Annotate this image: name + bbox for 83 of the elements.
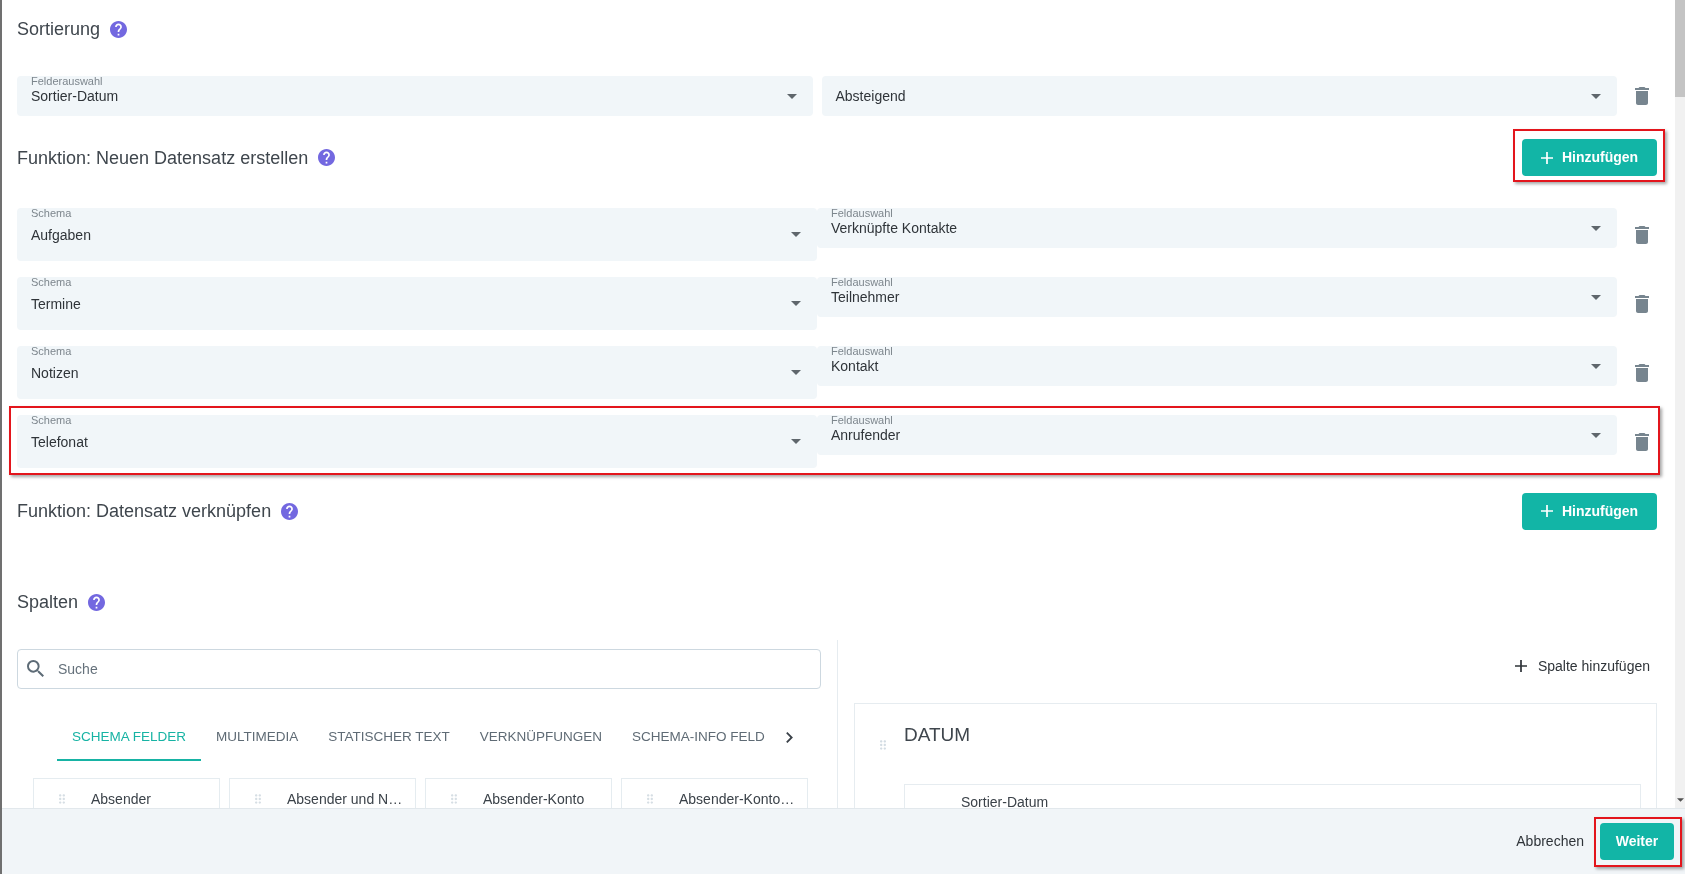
caret-icon bbox=[791, 232, 801, 237]
field-label: Schema bbox=[31, 277, 73, 288]
field-label: Felderauswahl bbox=[31, 76, 104, 87]
caret-icon bbox=[1591, 432, 1601, 438]
select-field[interactable]: Schema Telefonat bbox=[17, 415, 817, 468]
field-name: Absender-Konto bbox=[483, 791, 585, 807]
caret-icon bbox=[791, 439, 801, 444]
delete-button[interactable] bbox=[1635, 225, 1649, 244]
field-label: Schema bbox=[31, 208, 73, 219]
field-label: Schema bbox=[31, 415, 73, 426]
drag-handle-icon bbox=[647, 794, 653, 804]
field-name: Absender bbox=[91, 791, 151, 807]
scrollbar-track[interactable] bbox=[1675, 0, 1685, 808]
select-field[interactable]: Schema Aufgaben bbox=[17, 208, 817, 261]
tab[interactable]: MULTIMEDIA bbox=[201, 713, 314, 761]
tab[interactable]: SCHEMA-INFO FELD bbox=[617, 713, 780, 761]
select-field[interactable]: Feldauswahl Kontakt bbox=[817, 346, 1617, 386]
drag-handle-icon bbox=[451, 794, 457, 804]
select-field[interactable]: Absteigend bbox=[821, 76, 1617, 116]
caret-icon bbox=[791, 301, 801, 306]
help-icon[interactable] bbox=[110, 20, 128, 38]
delete-button[interactable] bbox=[1635, 363, 1649, 382]
delete-button[interactable] bbox=[1635, 294, 1649, 313]
plus-icon bbox=[1540, 505, 1553, 517]
search-field[interactable]: Suche bbox=[17, 649, 821, 689]
drag-handle-icon bbox=[59, 794, 65, 804]
tab[interactable]: VERKNÜPFUNGEN bbox=[464, 713, 618, 761]
selected-value: Telefonat bbox=[31, 432, 89, 451]
caret-icon bbox=[1591, 363, 1601, 369]
caret-icon bbox=[1591, 225, 1601, 231]
trash-icon bbox=[1635, 225, 1649, 244]
field-label: Schema bbox=[31, 346, 73, 357]
trash-icon bbox=[1635, 432, 1649, 451]
select-field[interactable]: Schema Termine bbox=[17, 277, 817, 330]
field-label: Feldauswahl bbox=[831, 415, 894, 426]
field-label: Feldauswahl bbox=[831, 208, 894, 219]
field-label: Feldauswahl bbox=[831, 346, 894, 357]
caret-icon bbox=[791, 370, 801, 375]
help-icon[interactable] bbox=[88, 593, 106, 611]
help-icon[interactable] bbox=[318, 149, 336, 166]
tab[interactable]: STATISCHER TEXT bbox=[313, 713, 465, 761]
delete-button[interactable] bbox=[1635, 432, 1649, 451]
field-label: Feldauswahl bbox=[831, 277, 894, 288]
drag-handle-icon bbox=[255, 794, 261, 804]
trash-icon bbox=[1635, 87, 1649, 105]
section-title: Funktion: Datensatz verknüpfen bbox=[17, 500, 272, 523]
field-name: Absender-Konto… bbox=[679, 791, 795, 807]
selected-value: Verknüpfte Kontakte bbox=[831, 219, 959, 237]
select-field[interactable]: Feldauswahl Verknüpfte Kontakte bbox=[817, 208, 1617, 248]
select-field[interactable]: Feldauswahl Teilnehmer bbox=[817, 277, 1617, 317]
field-name: Absender und N… bbox=[287, 791, 403, 807]
delete-button[interactable] bbox=[1635, 87, 1649, 105]
selected-value: Teilnehmer bbox=[831, 288, 901, 306]
selected-value: Notizen bbox=[31, 363, 80, 382]
column-title: DATUM bbox=[904, 723, 971, 747]
trash-icon bbox=[1635, 363, 1649, 382]
section-title: Spalten bbox=[17, 591, 79, 614]
add-column-button[interactable]: Spalte hinzufügen bbox=[1514, 648, 1650, 684]
help-icon[interactable] bbox=[281, 502, 299, 520]
column-field-name: Sortier-Datum bbox=[961, 794, 1049, 808]
selected-value: Anrufender bbox=[831, 426, 902, 444]
scroll-down-arrow-icon bbox=[1676, 798, 1684, 802]
select-field[interactable]: Felderauswahl Sortier-Datum bbox=[17, 76, 813, 116]
plus-icon bbox=[1514, 660, 1527, 672]
selected-value: Aufgaben bbox=[31, 225, 92, 244]
caret-icon bbox=[786, 93, 797, 99]
plus-icon bbox=[1540, 151, 1553, 164]
trash-icon bbox=[1635, 294, 1649, 313]
section-title: Funktion: Neuen Datensatz erstellen bbox=[17, 146, 309, 170]
selected-value: Sortier-Datum bbox=[31, 87, 120, 105]
drag-handle-icon bbox=[880, 740, 886, 750]
selected-value: Termine bbox=[31, 294, 82, 313]
selected-value: Kontakt bbox=[831, 357, 880, 375]
search-icon bbox=[27, 660, 44, 677]
caret-icon bbox=[1591, 93, 1601, 99]
selected-value: Absteigend bbox=[835, 87, 907, 105]
chevron-right-icon bbox=[785, 731, 793, 743]
select-field[interactable]: Schema Notizen bbox=[17, 346, 817, 399]
scrollbar-thumb[interactable] bbox=[1675, 0, 1685, 97]
select-field[interactable]: Feldauswahl Anrufender bbox=[817, 415, 1617, 455]
cancel-button[interactable]: Abbrechen bbox=[1510, 823, 1590, 860]
caret-icon bbox=[1591, 294, 1601, 300]
section-title: Sortierung bbox=[17, 18, 101, 41]
